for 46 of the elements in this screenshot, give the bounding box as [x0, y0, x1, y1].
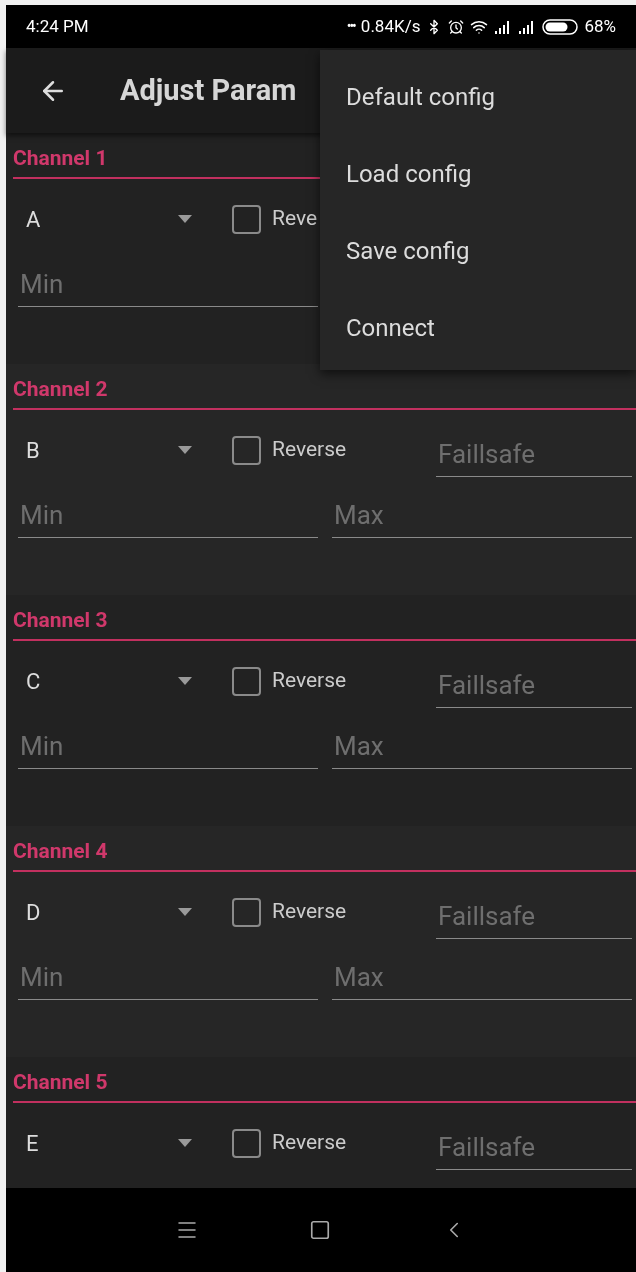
channel-dropdown[interactable]: E: [18, 1121, 198, 1165]
checkbox[interactable]: [232, 666, 261, 696]
caret-icon: [178, 677, 192, 685]
app-title: Adjust Param: [120, 71, 297, 109]
channel-dropdown[interactable]: B: [18, 428, 198, 472]
checkbox-label: Reverse: [272, 667, 347, 695]
caret-icon: [178, 446, 192, 454]
text-field[interactable]: Min: [18, 263, 318, 307]
channel-title: Channel 4: [13, 838, 636, 872]
text-field[interactable]: Max: [332, 725, 632, 769]
network-speed: 0.84K/s: [360, 14, 421, 38]
battery-percent: 68%: [584, 14, 616, 38]
text-field[interactable]: Faillsafe: [436, 664, 632, 708]
channel-title: Channel 2: [13, 376, 636, 410]
channel-dropdown[interactable]: C: [18, 659, 198, 703]
channel-dropdown[interactable]: A: [18, 197, 198, 241]
caret-icon: [178, 1139, 192, 1147]
alarm-icon: [448, 18, 465, 35]
caret-icon: [178, 215, 192, 223]
status-time: 4:24 PM: [26, 14, 89, 38]
text-field[interactable]: Min: [18, 494, 318, 538]
menu-item[interactable]: Default config: [320, 58, 636, 135]
caret-icon: [178, 908, 192, 916]
text-field[interactable]: Min: [18, 725, 318, 769]
checkbox[interactable]: [232, 435, 261, 465]
checkbox[interactable]: [232, 1128, 261, 1158]
text-field[interactable]: Max: [332, 956, 632, 1000]
channel-title: Channel 5: [13, 1069, 636, 1103]
channel-title: Channel 3: [13, 607, 636, 641]
checkbox[interactable]: [232, 897, 261, 927]
text-field[interactable]: Faillsafe: [436, 433, 632, 477]
battery-icon: [542, 18, 579, 35]
channel-dropdown[interactable]: D: [18, 890, 198, 934]
checkbox[interactable]: [232, 204, 261, 234]
checkbox-label: Reve: [272, 205, 318, 233]
text-field[interactable]: Min: [18, 956, 318, 1000]
status-dots: •••: [346, 17, 355, 36]
checkbox-label: Reverse: [272, 898, 347, 926]
menu-item[interactable]: Save config: [320, 212, 636, 289]
home-icon[interactable]: [309, 1219, 331, 1241]
text-field[interactable]: Faillsafe: [436, 1126, 632, 1170]
checkbox-label: Reverse: [272, 1129, 347, 1157]
text-field[interactable]: Max: [332, 494, 632, 538]
checkbox-label: Reverse: [272, 436, 347, 464]
menu-item[interactable]: Connect: [320, 289, 636, 366]
text-field[interactable]: Faillsafe: [436, 895, 632, 939]
